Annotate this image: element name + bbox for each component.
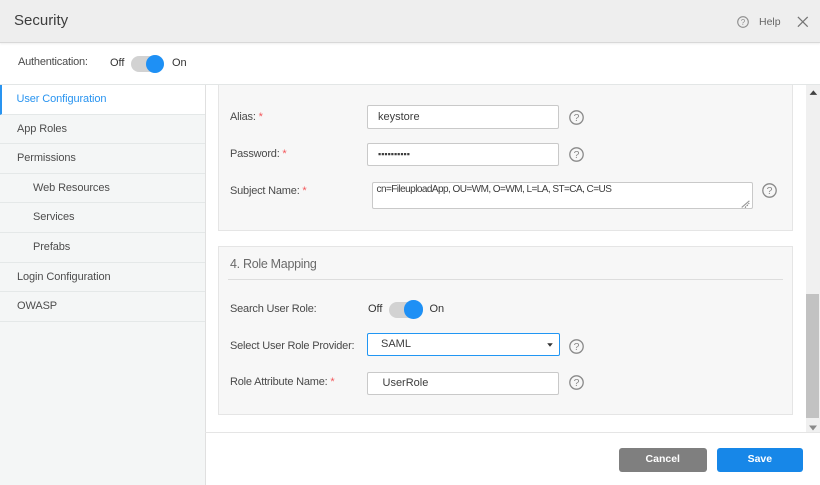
svg-text:?: ? [574,112,580,124]
svg-text:?: ? [740,18,745,27]
svg-text:?: ? [574,377,580,389]
svg-text:?: ? [574,341,580,353]
svg-text:?: ? [574,149,580,161]
svg-text:?: ? [767,185,773,197]
